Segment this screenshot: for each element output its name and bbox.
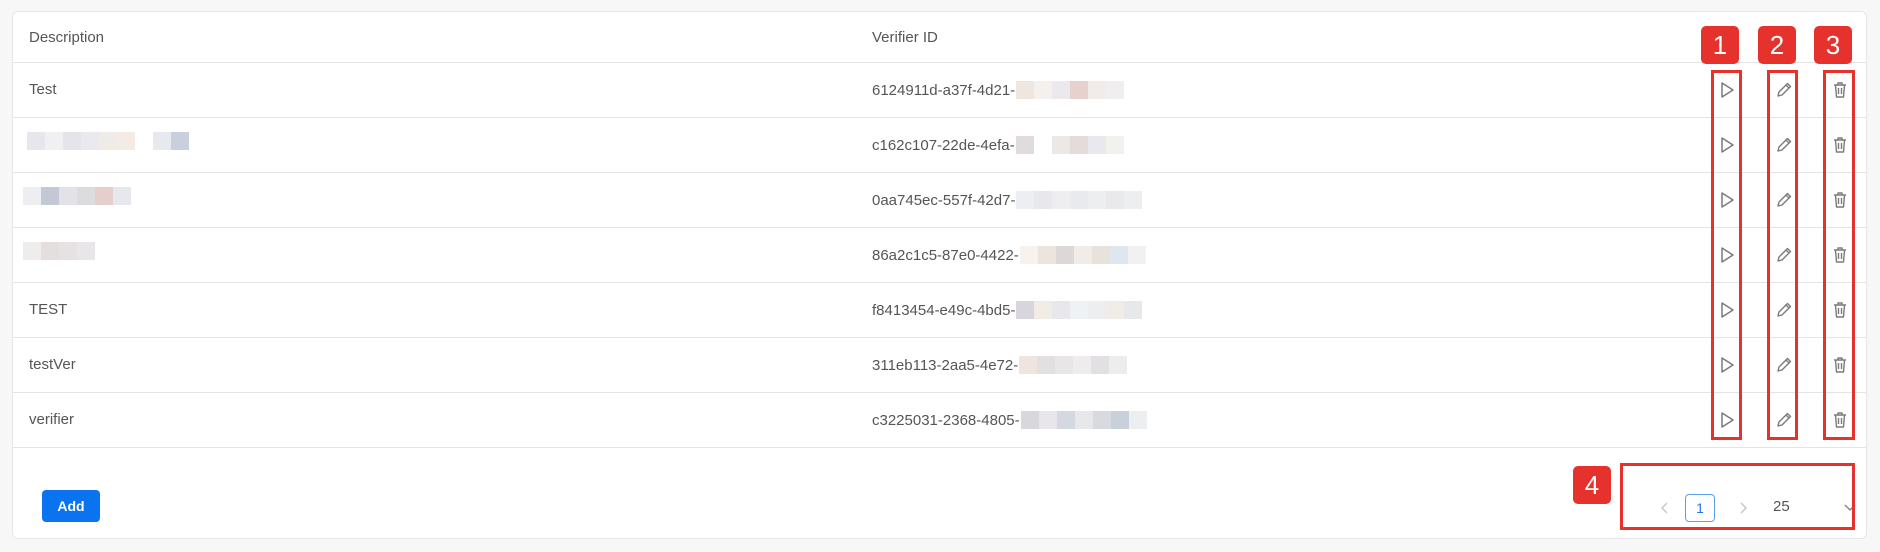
redacted-block [1016,81,1125,99]
row-description: TEST [29,301,68,318]
redacted-block [1020,411,1147,429]
redacted-block [1019,246,1146,264]
table-row: TEST f8413454-e49c-4bd5- [13,283,1866,338]
verifier-id-text: c162c107-22de-4efa- [872,136,1015,154]
redacted-block [1016,301,1143,319]
annotation-box-4 [1620,463,1855,530]
redacted-block [1015,136,1124,154]
column-header-description: Description [29,29,105,46]
redacted-description [23,242,95,260]
verifier-id-text: c3225031-2368-4805- [872,411,1020,429]
row-verifier-id: 86a2c1c5-87e0-4422- [872,246,1146,264]
verifier-id-text: f8413454-e49c-4bd5- [872,301,1016,319]
add-button[interactable]: Add [42,490,100,522]
annotation-badge-1: 1 [1701,26,1739,64]
verifier-id-text: 86a2c1c5-87e0-4422- [872,246,1019,264]
row-verifier-id: f8413454-e49c-4bd5- [872,301,1143,319]
annotation-badge-2: 2 [1758,26,1796,64]
verifiers-table-card: Description Verifier ID Test 6124911d-a3… [12,11,1867,539]
table-header: Description Verifier ID [13,12,1866,63]
row-description: verifier [29,411,75,428]
table-row: 0aa745ec-557f-42d7- [13,173,1866,228]
table-row: verifier c3225031-2368-4805- [13,393,1866,448]
row-verifier-id: 0aa745ec-557f-42d7- [872,191,1143,209]
annotation-badge-3: 3 [1814,26,1852,64]
annotation-box-1 [1711,70,1742,440]
row-description: testVer [29,356,76,373]
redacted-block [1016,191,1143,209]
row-verifier-id: c162c107-22de-4efa- [872,136,1124,154]
verifier-id-text: 0aa745ec-557f-42d7- [872,191,1016,209]
row-description: Test [29,81,57,98]
table-row: c162c107-22de-4efa- [13,118,1866,173]
table-row: Test 6124911d-a37f-4d21- [13,63,1866,118]
verifier-id-text: 6124911d-a37f-4d21- [872,81,1016,99]
row-verifier-id: c3225031-2368-4805- [872,411,1147,429]
table-row: testVer 311eb113-2aa5-4e72- [13,338,1866,393]
redacted-description [23,187,131,205]
verifier-id-text: 311eb113-2aa5-4e72- [872,356,1019,374]
annotation-box-3 [1823,70,1855,440]
row-verifier-id: 311eb113-2aa5-4e72- [872,356,1128,374]
table-row: 86a2c1c5-87e0-4422- [13,228,1866,283]
redacted-description [27,132,189,150]
row-verifier-id: 6124911d-a37f-4d21- [872,81,1125,99]
redacted-block [1019,356,1128,374]
column-header-verifier-id: Verifier ID [872,29,938,46]
annotation-box-2 [1767,70,1798,440]
annotation-badge-4: 4 [1573,466,1611,504]
